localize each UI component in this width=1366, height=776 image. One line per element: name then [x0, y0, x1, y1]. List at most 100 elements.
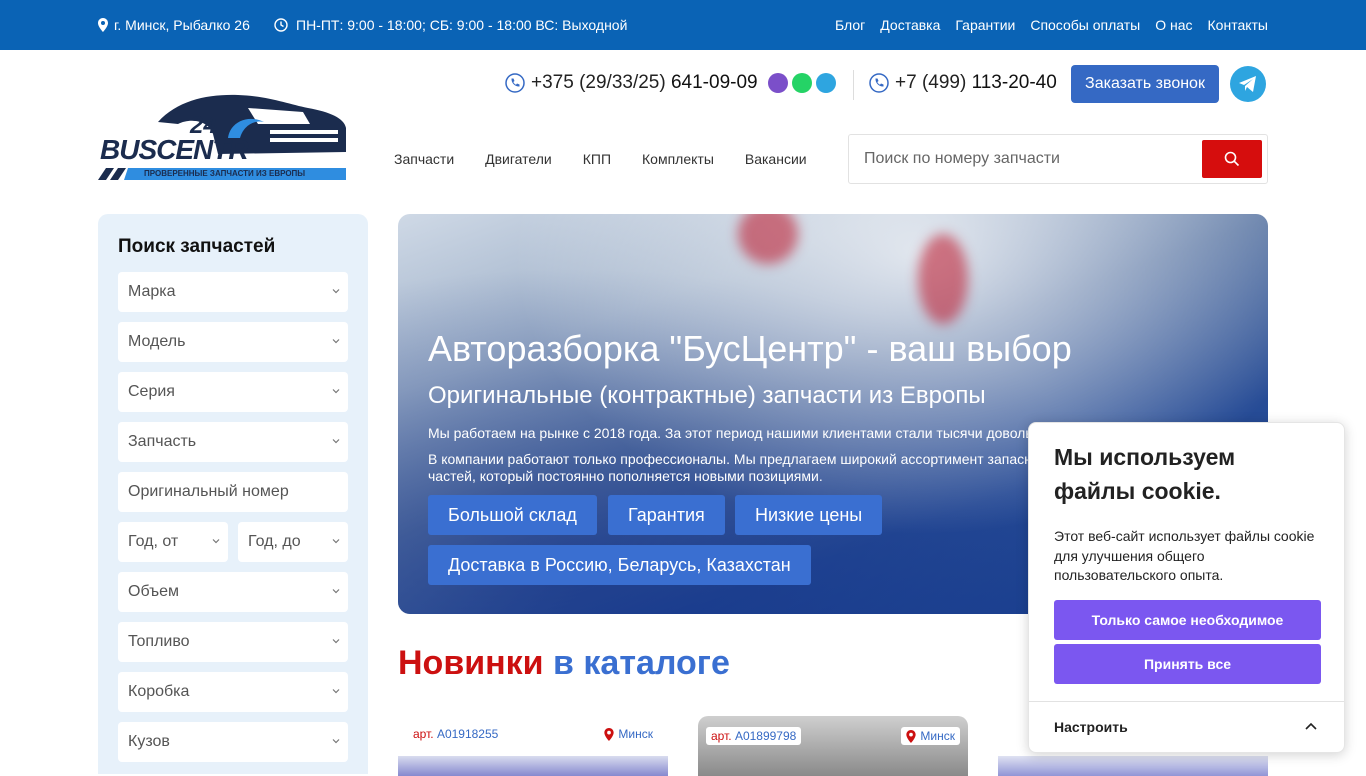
- divider: [853, 70, 854, 100]
- chevron-down-icon: [212, 539, 220, 544]
- tag-delivery[interactable]: Доставка в Россию, Беларусь, Казахстан: [428, 545, 811, 585]
- top-nav-warranty[interactable]: Гарантии: [955, 17, 1015, 33]
- cookie-banner: Мы используем файлы cookie. Этот веб-сай…: [1028, 422, 1345, 753]
- telegram-icon[interactable]: [815, 73, 836, 93]
- top-nav-delivery[interactable]: Доставка: [880, 17, 940, 33]
- hero-decor: [918, 234, 968, 324]
- location-pin-icon: [98, 18, 108, 32]
- parts-search-panel: Поиск запчастей Марка Модель Серия Запча…: [98, 214, 368, 774]
- hours-text: ПН-ПТ: 9:00 - 18:00; СБ: 9:00 - 18:00 ВС…: [296, 17, 628, 33]
- phone-russia[interactable]: +7 (499) 113-20-40: [869, 72, 1057, 94]
- contacts-bar: +375 (29/33/25) 641-09-09 +7 (499) 113-2…: [0, 64, 1366, 104]
- top-nav: Блог Доставка Гарантии Способы оплаты О …: [835, 17, 1268, 33]
- product-city: Минск: [604, 727, 653, 741]
- product-card[interactable]: арт. A01918255 Минск: [398, 716, 668, 776]
- brand-select-label: Марка: [128, 283, 176, 300]
- cookie-text: Этот веб-сайт использует файлы cookie дл…: [1054, 528, 1315, 583]
- chevron-down-icon: [332, 289, 340, 294]
- chevron-down-icon: [332, 639, 340, 644]
- part-select-label: Запчасть: [128, 433, 197, 450]
- search-button[interactable]: [1202, 140, 1262, 178]
- search-input[interactable]: [849, 135, 1203, 183]
- article-number: A01918255: [436, 727, 499, 741]
- chevron-down-icon: [332, 539, 340, 544]
- top-nav-about[interactable]: О нас: [1155, 17, 1192, 33]
- hero-text-2: В компании работают только профессионалы…: [428, 451, 1049, 484]
- gearbox-select[interactable]: Коробка: [118, 672, 348, 712]
- catalog-title: Новинки в каталоге: [398, 644, 730, 683]
- fuel-select[interactable]: Топливо: [118, 622, 348, 662]
- tag-warranty[interactable]: Гарантия: [608, 495, 725, 535]
- cookie-divider: [1029, 701, 1344, 702]
- product-article: арт. A01918255: [413, 727, 498, 741]
- chevron-up-icon[interactable]: [1305, 721, 1317, 731]
- logo[interactable]: 24 BUSCENTR ПРОВЕРЕННЫЕ ЗАПЧАСТИ ИЗ ЕВРО…: [98, 94, 348, 182]
- telegram-icon[interactable]: [1230, 66, 1266, 102]
- nav-vacancies[interactable]: Вакансии: [745, 151, 807, 167]
- city-name: Минск: [618, 727, 653, 741]
- chevron-down-icon: [332, 689, 340, 694]
- body-select[interactable]: Кузов: [118, 722, 348, 762]
- cookie-necessary-button[interactable]: Только самое необходимое: [1054, 600, 1321, 640]
- chevron-down-icon: [332, 389, 340, 394]
- logo-tagline: ПРОВЕРЕННЫЕ ЗАПЧАСТИ ИЗ ЕВРОПЫ: [144, 169, 306, 178]
- cookie-title: Мы используем файлы cookie.: [1054, 444, 1236, 504]
- model-select-label: Модель: [128, 333, 186, 350]
- whatsapp-icon[interactable]: [791, 73, 812, 93]
- phone2-prefix: +7 (499): [895, 72, 967, 93]
- hero-subtitle: Оригинальные (контрактные) запчасти из Е…: [428, 382, 986, 409]
- year-to-label: Год, до: [248, 533, 301, 550]
- phone-icon: [505, 73, 525, 93]
- nav-parts[interactable]: Запчасти: [394, 151, 454, 167]
- phone1-prefix: +375 (29/33/25): [531, 72, 666, 93]
- viber-icon[interactable]: [767, 73, 788, 93]
- nav-gearboxes[interactable]: КПП: [583, 151, 611, 167]
- part-select[interactable]: Запчасть: [118, 422, 348, 462]
- logo-name: BUSCENTR: [100, 134, 249, 165]
- chevron-down-icon: [332, 589, 340, 594]
- year-to-select[interactable]: Год, до: [238, 522, 348, 562]
- top-nav-blog[interactable]: Блог: [835, 17, 865, 33]
- phone1-number: 641-09-09: [670, 72, 758, 93]
- phone-belarus[interactable]: +375 (29/33/25) 641-09-09: [505, 72, 836, 94]
- hero-title: Авторазборка "БусЦентр" - ваш выбор: [428, 328, 1072, 369]
- top-bar: г. Минск, Рыбалко 26 ПН-ПТ: 9:00 - 18:00…: [0, 0, 1366, 50]
- clock-icon: [274, 18, 288, 32]
- product-article: арт. A01899798: [706, 727, 802, 745]
- nav-kits[interactable]: Комплекты: [642, 151, 714, 167]
- volume-select-label: Объем: [128, 583, 179, 600]
- cookie-settings-toggle[interactable]: Настроить: [1054, 719, 1128, 735]
- city-name: Минск: [920, 729, 955, 743]
- series-select-label: Серия: [128, 383, 175, 400]
- phone-icon: [869, 73, 889, 93]
- tag-big-stock[interactable]: Большой склад: [428, 495, 597, 535]
- model-select[interactable]: Модель: [118, 322, 348, 362]
- address-text: г. Минск, Рыбалко 26: [114, 17, 250, 33]
- chevron-down-icon: [332, 439, 340, 444]
- fuel-select-label: Топливо: [128, 633, 190, 650]
- cookie-accept-all-button[interactable]: Принять все: [1054, 644, 1321, 684]
- year-from-label: Год, от: [128, 533, 179, 550]
- brand-select[interactable]: Марка: [118, 272, 348, 312]
- callback-button[interactable]: Заказать звонок: [1071, 65, 1219, 103]
- original-number-input[interactable]: Оригинальный номер: [118, 472, 348, 512]
- working-hours: ПН-ПТ: 9:00 - 18:00; СБ: 9:00 - 18:00 ВС…: [274, 17, 627, 33]
- product-card[interactable]: арт. A01899798 Минск: [698, 716, 968, 776]
- panel-title: Поиск запчастей: [118, 236, 276, 257]
- tag-low-prices[interactable]: Низкие цены: [735, 495, 883, 535]
- nav-engines[interactable]: Двигатели: [485, 151, 552, 167]
- series-select[interactable]: Серия: [118, 372, 348, 412]
- top-nav-payment[interactable]: Способы оплаты: [1030, 17, 1140, 33]
- year-from-select[interactable]: Год, от: [118, 522, 228, 562]
- product-image: [998, 756, 1268, 776]
- phone2-number: 113-20-40: [971, 72, 1057, 93]
- top-nav-contacts[interactable]: Контакты: [1208, 17, 1268, 33]
- product-image: [398, 756, 668, 776]
- chevron-down-icon: [332, 739, 340, 744]
- volume-select[interactable]: Объем: [118, 572, 348, 612]
- catalog-title-red: Новинки: [398, 644, 544, 682]
- article-number: A01899798: [734, 729, 797, 743]
- hero-text-1: Мы работаем на рынке с 2018 года. За это…: [428, 425, 1147, 441]
- article-label: арт.: [413, 727, 434, 741]
- search-box: [848, 134, 1268, 184]
